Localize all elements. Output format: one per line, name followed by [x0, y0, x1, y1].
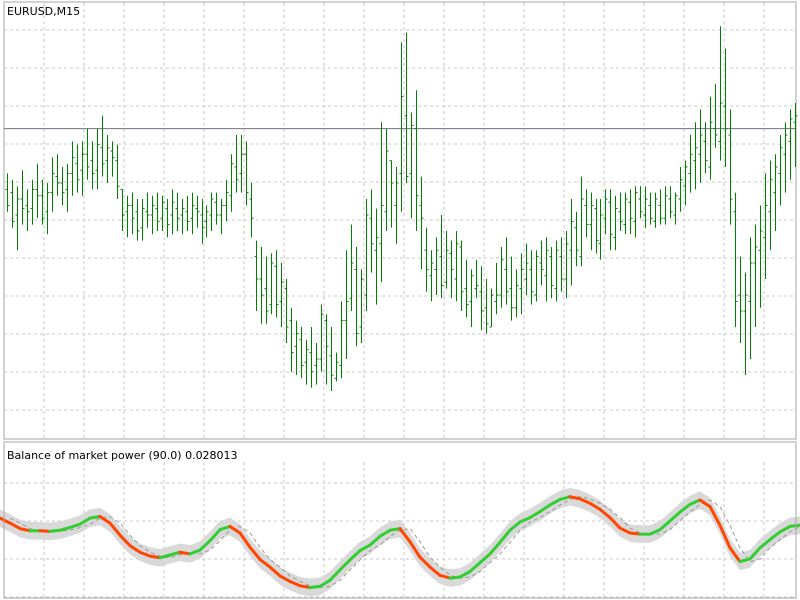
indicator-line-segment[interactable]: [448, 575, 462, 580]
indicator-line-segment[interactable]: [38, 529, 52, 533]
indicator-line-segment[interactable]: [788, 523, 800, 528]
symbol-timeframe-label: EURUSD,M15: [7, 5, 81, 18]
chart-canvas: [0, 1, 800, 599]
indicator-title-label: Balance of market power (90.0) 0.028013: [7, 449, 238, 462]
indicator-line-segment[interactable]: [628, 531, 642, 536]
indicator-line-segment[interactable]: [48, 528, 62, 533]
indicator-line-segment[interactable]: [178, 550, 192, 556]
indicator-line-segment[interactable]: [298, 584, 312, 589]
price-pane[interactable]: [3, 1, 798, 440]
indicator-line-segment[interactable]: [388, 527, 402, 532]
indicator-line-segment[interactable]: [88, 515, 102, 520]
indicator-line-segment[interactable]: [148, 554, 162, 560]
indicator-line-segment[interactable]: [308, 584, 322, 589]
indicator-pane[interactable]: [0, 441, 800, 599]
